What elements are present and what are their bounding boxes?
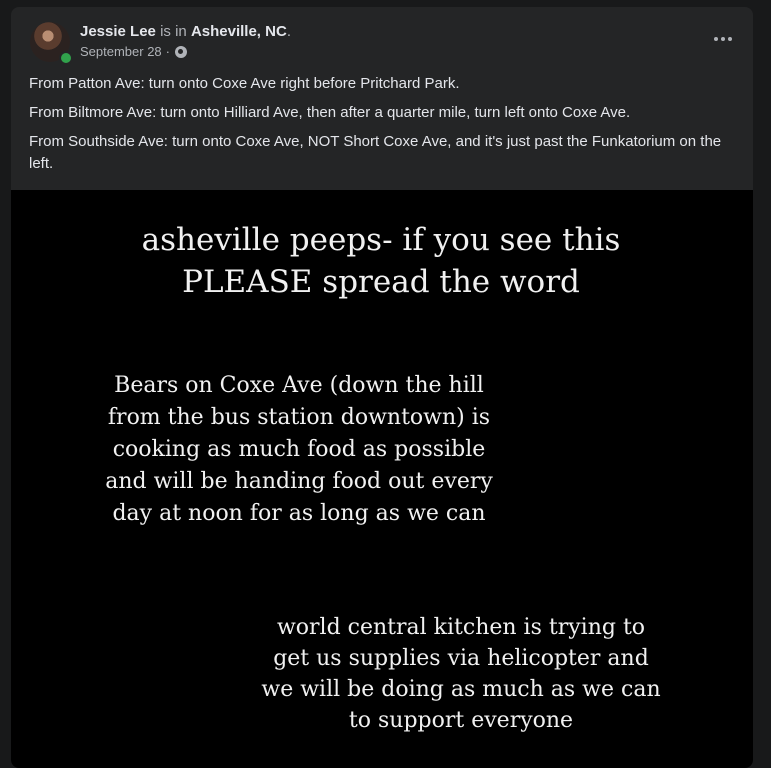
globe-icon[interactable] [175,45,188,58]
is-in-text: is in [160,23,187,40]
post-text: From Patton Ave: turn onto Coxe Ave righ… [29,73,739,182]
image-title-text: asheville peeps- if you see this PLEASE … [141,222,621,300]
post-card: Jessie Lee is in Asheville, NC. Septembe… [11,7,753,768]
image-footer-text: world central kitchen is trying to get u… [261,615,661,733]
dot-icon [721,37,725,41]
post-date[interactable]: September 28 [80,44,162,59]
location-link[interactable]: Asheville, NC [191,23,287,40]
meta-separator: · [165,44,171,59]
header-period: . [286,23,291,40]
post-meta: September 28 · [80,44,188,59]
author-name[interactable]: Jessie Lee [80,23,156,40]
online-status-icon [59,51,73,65]
post-header: Jessie Lee is in Asheville, NC. [80,23,291,40]
post-paragraph: From Patton Ave: turn onto Coxe Ave righ… [29,75,460,92]
image-body-text: Bears on Coxe Ave (down the hill from th… [105,373,493,526]
more-options-button[interactable] [705,21,741,57]
dot-icon [728,37,732,41]
post-image[interactable]: asheville peeps- if you see this PLEASE … [11,190,753,768]
post-paragraph: From Biltmore Ave: turn onto Hilliard Av… [29,104,631,121]
post-paragraph: From Southside Ave: turn onto Coxe Ave, … [29,133,722,172]
dot-icon [714,37,718,41]
